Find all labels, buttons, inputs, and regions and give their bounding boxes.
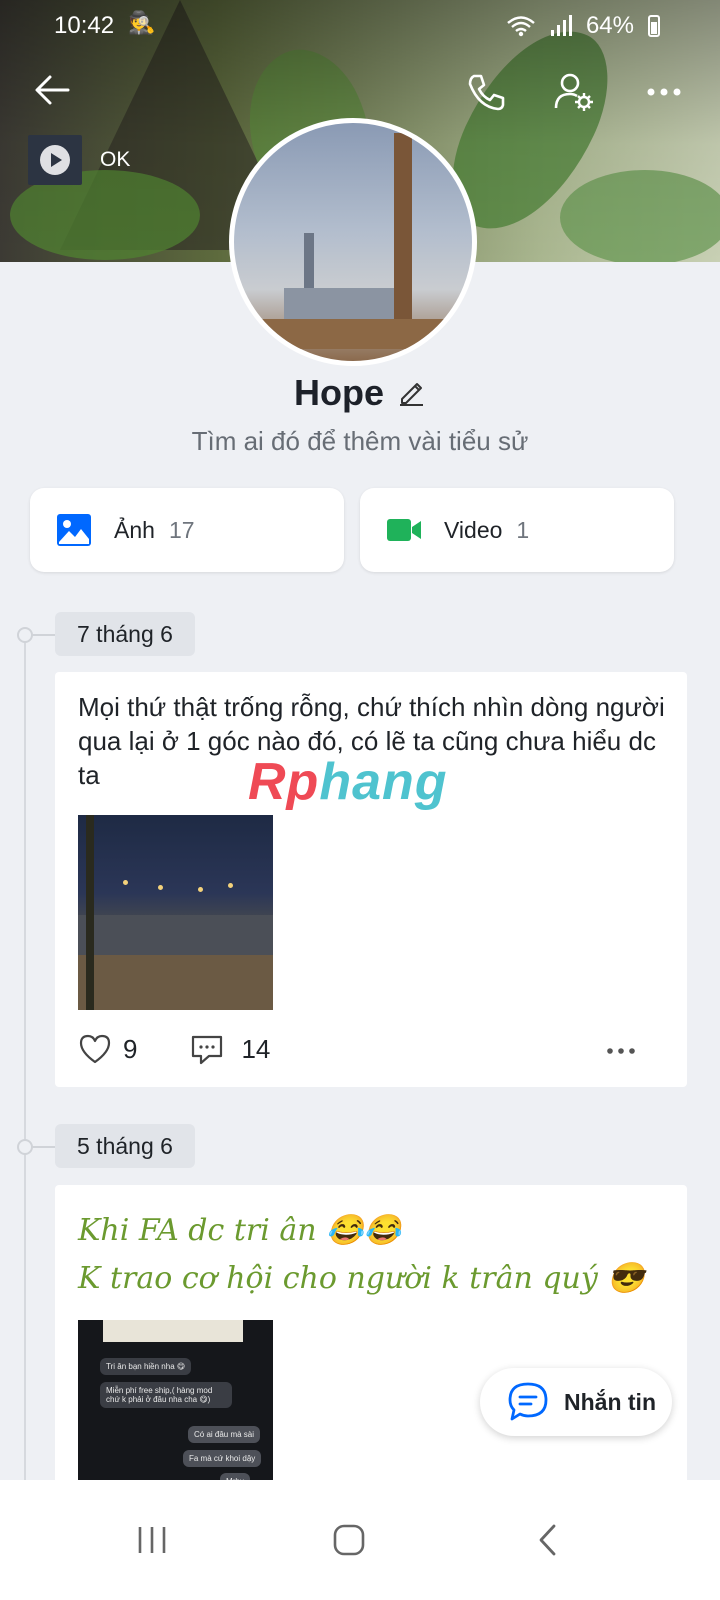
video-camera-icon (387, 519, 421, 541)
videos-count: 1 (516, 516, 530, 543)
signal-icon (550, 15, 572, 36)
heart-icon[interactable] (77, 1031, 113, 1067)
post-photo[interactable] (78, 815, 273, 1010)
chat-bubble: Miễn phí free ship,( hàng mod chứ k phải… (100, 1382, 232, 1408)
chat-header-image (103, 1320, 243, 1342)
phone-icon[interactable] (464, 70, 508, 114)
profile-music[interactable]: OK (28, 134, 130, 186)
more-options-icon[interactable] (642, 70, 686, 114)
post-photo[interactable]: Tri ân bạn hiền nha 😋 Miễn phí free ship… (78, 1320, 273, 1485)
timeline-connector (31, 634, 55, 636)
recent-apps-icon (138, 1527, 166, 1553)
photo-icon (57, 514, 91, 546)
system-back-icon (539, 1524, 556, 1556)
status-bar: 10:42 🕵 64% (0, 0, 720, 52)
photos-label: Ảnh (114, 516, 155, 543)
post-text: Khi FA dc tri ân 😂😂 K trao cơ hội cho ng… (78, 1207, 668, 1303)
chat-bubble-icon (508, 1382, 548, 1421)
status-time: 10:42 (54, 12, 115, 39)
incognito-icon: 🕵 (128, 10, 156, 35)
watermark-part1: Rp (248, 753, 320, 811)
post-more-icon[interactable] (603, 1033, 639, 1069)
music-title: OK (100, 148, 131, 171)
home-icon (333, 1524, 365, 1556)
comment-icon[interactable] (189, 1031, 225, 1067)
chat-bubble: Có ai đâu mà sài (188, 1426, 261, 1443)
back-arrow-icon[interactable] (30, 68, 74, 112)
post-date: 7 tháng 6 (55, 612, 195, 656)
play-icon[interactable] (40, 145, 70, 175)
post-actions: 9 14 (77, 1027, 667, 1071)
message-button[interactable]: Nhắn tin (480, 1368, 672, 1436)
battery-icon (648, 15, 660, 37)
photos-count: 17 (168, 516, 195, 543)
post-text-line: Khi FA dc tri ân 😂😂 (78, 1213, 401, 1248)
system-navigation-bar (0, 1480, 720, 1600)
profile-name: Hope (0, 372, 720, 414)
videos-button[interactable]: Video 1 (360, 488, 674, 572)
music-thumbnail (28, 135, 82, 185)
videos-label: Video (444, 516, 503, 543)
post-card[interactable]: Mọi thứ thật trống rỗng, chứ thích nhìn … (55, 672, 687, 1087)
watermark-logo: Rphang (248, 752, 448, 812)
user-settings-icon[interactable] (552, 70, 596, 114)
timeline-connector (31, 1146, 55, 1148)
photos-button[interactable]: Ảnh 17 (30, 488, 344, 572)
comment-count: 14 (241, 1033, 271, 1064)
battery-percent: 64% (585, 12, 634, 39)
edit-pencil-icon[interactable] (396, 377, 426, 407)
comment-button[interactable]: 14 (189, 1031, 270, 1067)
watermark-part2: hang (319, 753, 448, 811)
chat-bubble: Fa mà cứ khoi dậy (183, 1450, 262, 1467)
like-count: 9 (123, 1033, 138, 1064)
timeline-line (24, 630, 26, 1480)
profile-bio[interactable]: Tìm ai đó để thêm vài tiểu sử (0, 426, 720, 457)
avatar[interactable] (229, 118, 477, 366)
system-back-button[interactable] (518, 1510, 578, 1570)
post-card[interactable]: Khi FA dc tri ân 😂😂 K trao cơ hội cho ng… (55, 1185, 687, 1485)
post-date: 5 tháng 6 (55, 1124, 195, 1168)
recent-apps-button[interactable] (122, 1510, 182, 1570)
chat-bubble: Tri ân bạn hiền nha 😋 (100, 1358, 192, 1375)
home-button[interactable] (319, 1510, 379, 1570)
profile-name-text: Hope (294, 372, 384, 413)
wifi-icon (507, 16, 535, 37)
message-button-label: Nhắn tin (564, 1388, 656, 1415)
post-text-line: K trao cơ hội cho người k trân quý 😎 (78, 1261, 645, 1296)
